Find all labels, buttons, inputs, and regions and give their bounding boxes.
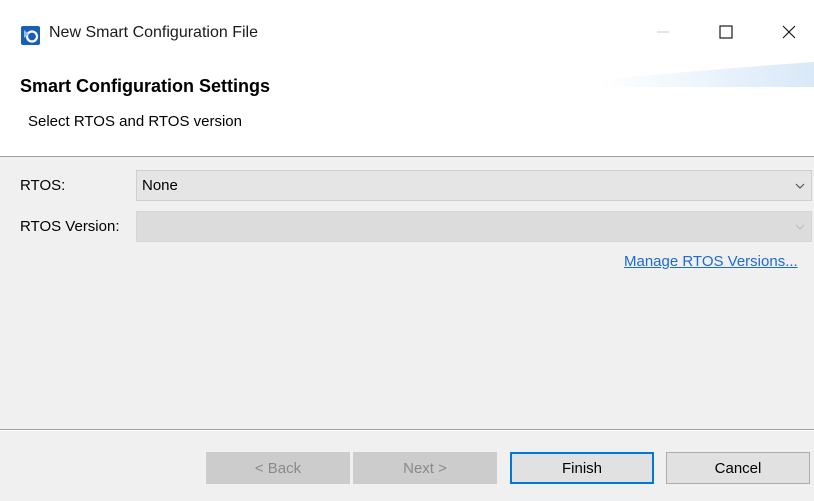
maximize-button[interactable] xyxy=(703,12,749,52)
close-icon xyxy=(782,25,796,39)
chevron-down-icon xyxy=(795,183,805,189)
chevron-down-icon xyxy=(795,224,805,230)
back-button[interactable]: < Back xyxy=(206,452,350,484)
page-description: Select RTOS and RTOS version xyxy=(28,113,242,130)
manage-rtos-versions-link[interactable]: Manage RTOS Versions... xyxy=(624,253,798,270)
banner-decoration xyxy=(600,62,814,87)
new-smart-configuration-dialog: New Smart Configuration File Smart Confi… xyxy=(0,0,814,501)
rtos-select-value: None xyxy=(142,177,178,194)
wizard-banner: Smart Configuration Settings Select RTOS… xyxy=(0,62,814,156)
footer-divider-highlight xyxy=(0,430,814,431)
minimize-button[interactable] xyxy=(640,12,686,52)
page-title: Smart Configuration Settings xyxy=(20,76,271,96)
minimize-icon xyxy=(657,31,669,33)
header-divider xyxy=(0,156,814,157)
smart-configurator-icon xyxy=(21,26,40,45)
rtos-version-select[interactable] xyxy=(136,211,812,242)
rtos-label: RTOS: xyxy=(20,177,66,194)
rtos-version-label: RTOS Version: xyxy=(20,218,120,235)
maximize-icon xyxy=(719,25,733,39)
next-button[interactable]: Next > xyxy=(353,452,497,484)
cancel-button[interactable]: Cancel xyxy=(666,452,810,484)
close-button[interactable] xyxy=(766,12,812,52)
rtos-select[interactable]: None xyxy=(136,170,812,201)
title-bar[interactable]: New Smart Configuration File xyxy=(0,0,814,62)
window-title: New Smart Configuration File xyxy=(49,24,258,41)
finish-button[interactable]: Finish xyxy=(510,452,654,484)
